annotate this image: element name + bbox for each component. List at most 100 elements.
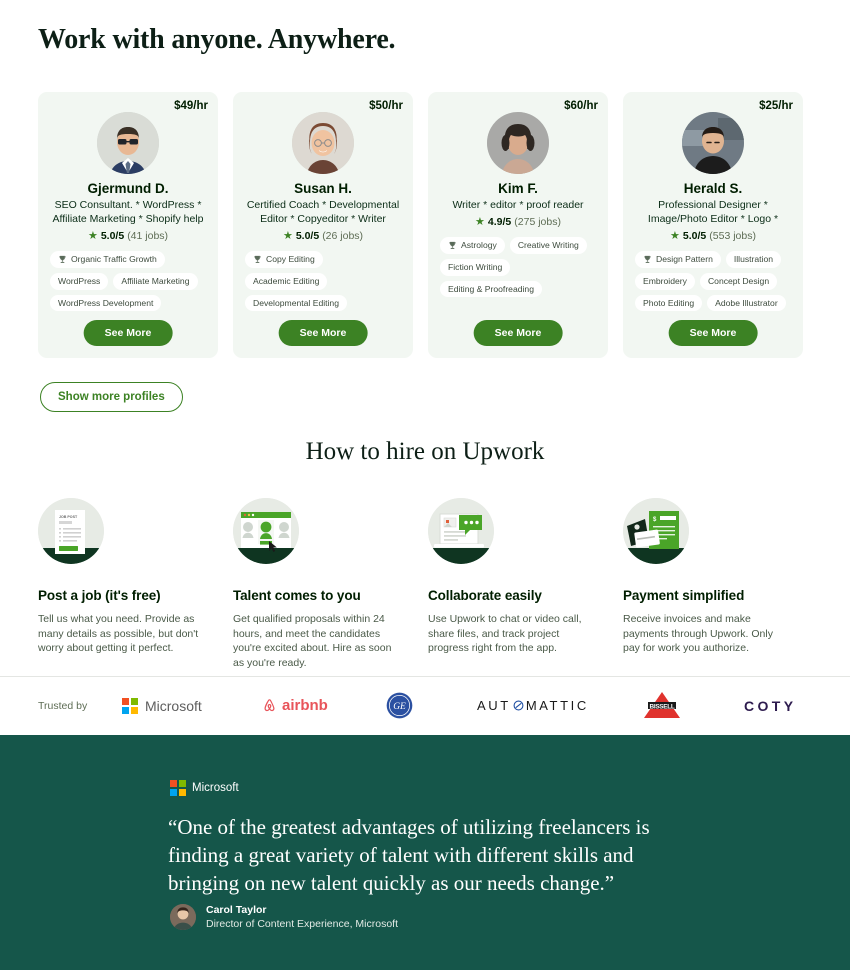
freelancer-name: Kim F. <box>498 181 538 196</box>
step-heading: Collaborate easily <box>428 588 542 603</box>
star-icon: ★ <box>670 229 680 242</box>
ge-monogram-icon: GE <box>386 692 413 719</box>
svg-text:JOB POST: JOB POST <box>59 515 78 519</box>
microsoft-squares-icon <box>170 780 186 796</box>
skill-tag[interactable]: Concept Design <box>699 273 778 290</box>
airbnb-logo-text: airbnb <box>282 697 328 714</box>
skill-tag-label: Illustration <box>733 254 774 265</box>
profile-card[interactable]: $49/hr Gjermund D. SEO Consultant. * Wor… <box>38 92 218 358</box>
avatar-wrapper <box>436 112 600 174</box>
automattic-logo[interactable]: AUT MATTIC <box>477 698 589 713</box>
skill-tag[interactable]: Organic Traffic Growth <box>50 251 165 268</box>
invoice-credit-card-icon: $ <box>623 498 689 564</box>
skill-tag[interactable]: Photo Editing <box>635 294 703 312</box>
see-more-button[interactable]: See More <box>278 320 368 346</box>
avatar <box>292 112 354 174</box>
microsoft-squares-icon <box>122 697 138 714</box>
skill-tag[interactable]: Design Pattern <box>635 251 721 268</box>
skill-tag-label: Creative Writing <box>517 240 579 251</box>
freelancer-name: Gjermund D. <box>87 181 169 196</box>
airbnb-mark-icon <box>264 699 275 712</box>
skill-tag[interactable]: Creative Writing <box>509 237 587 254</box>
see-more-button[interactable]: See More <box>83 320 173 346</box>
skill-tag[interactable]: Illustration <box>725 251 782 268</box>
rating-score: 5.0/5 <box>100 230 125 242</box>
skill-tag[interactable]: WordPress <box>50 273 109 290</box>
rating-score: 5.0/5 <box>295 230 320 242</box>
profile-card[interactable]: $25/hr Herald S. Professional Designer *… <box>623 92 803 358</box>
freelancer-title: Writer * editor * proof reader <box>452 199 584 211</box>
skill-tag-label: Adobe Illustrator <box>715 297 778 308</box>
avatar-wrapper <box>631 112 795 174</box>
avatar-wrapper <box>241 112 405 174</box>
step-description: Receive invoices and make payments throu… <box>623 613 773 654</box>
skill-tag-label: Photo Editing <box>643 297 695 308</box>
skill-tag[interactable]: Developmental Editing <box>245 294 347 312</box>
skill-tag[interactable]: Affiliate Marketing <box>113 273 198 290</box>
skill-tag-label: Organic Traffic Growth <box>71 254 157 265</box>
skill-tag[interactable]: Academic Editing <box>245 273 328 290</box>
skill-tag[interactable]: WordPress Development <box>50 294 162 312</box>
skill-tag-list: Organic Traffic Growth WordPress Affiliate… <box>46 251 210 312</box>
microsoft-logo-text: Microsoft <box>145 697 202 714</box>
skill-tag[interactable]: Fiction Writing <box>440 259 511 276</box>
show-more-profiles-button[interactable]: Show more profiles <box>40 382 183 412</box>
step-heading: Talent comes to you <box>233 588 361 603</box>
avatar-image <box>170 904 196 930</box>
how-to-hire-step: JOB POST Post a job (it's free) Tell us … <box>38 498 233 670</box>
automattic-logo-text: AUT <box>477 698 511 713</box>
jobs-count: (26 jobs) <box>322 230 364 242</box>
how-to-hire-step: $ Payment simplified Receive invoices an… <box>623 498 818 670</box>
skill-tag-label: Embroidery <box>643 276 687 286</box>
step-description: Get qualified proposals within 24 hours,… <box>233 613 392 669</box>
how-to-hire-heading: How to hire on Upwork <box>305 438 545 465</box>
skill-tag-label: Developmental Editing <box>253 297 339 308</box>
microsoft-logo[interactable]: Microsoft <box>122 697 202 714</box>
landing-page: Work with anyone. Anywhere. $49/hr Gjerm… <box>0 0 850 970</box>
freelancer-title: SEO Consultant. * WordPress * Affiliate … <box>52 199 204 225</box>
testimonial-attribution: Carol Taylor Director of Content Experie… <box>170 903 398 931</box>
skill-tag-label: Academic Editing <box>253 276 320 286</box>
trophy-icon <box>253 255 262 264</box>
avatar <box>682 112 744 174</box>
freelancer-name: Susan H. <box>294 181 352 196</box>
coty-logo[interactable]: COTY <box>744 698 797 714</box>
rating-row: ★ 4.9/5 (275 jobs) <box>436 216 600 228</box>
rating-score: 4.9/5 <box>487 216 512 228</box>
trophy-icon <box>448 241 457 250</box>
author-role: Director of Content Experience, Microsof… <box>206 918 398 930</box>
jobs-count: (553 jobs) <box>709 230 756 242</box>
avatar <box>487 112 549 174</box>
job-post-document-icon: JOB POST <box>38 498 104 564</box>
hourly-rate: $60/hr <box>564 100 598 112</box>
skill-tag-label: Editing & Proofreading <box>448 283 534 294</box>
freelancer-name: Herald S. <box>683 181 743 196</box>
avatar-wrapper <box>46 112 210 174</box>
testimonial-brand-name: Microsoft <box>192 782 239 794</box>
browser-candidates-icon <box>233 498 299 564</box>
skill-tag[interactable]: Adobe Illustrator <box>707 294 786 312</box>
skill-tag[interactable]: Astrology <box>440 237 505 254</box>
ge-logo[interactable]: GE <box>386 692 413 719</box>
skill-tag-list: Astrology Creative Writing Fiction Writing… <box>436 237 600 298</box>
skill-tag-label: WordPress Development <box>58 297 154 308</box>
skill-tag-label: WordPress <box>58 276 101 286</box>
bissell-logo[interactable]: BISSELL <box>640 691 684 721</box>
freelancer-title: Certified Coach * Developmental Editor *… <box>246 199 400 225</box>
automattic-logo-text-2: MATTIC <box>525 698 589 713</box>
skill-tag-label: Design Pattern <box>656 254 713 265</box>
profile-card[interactable]: $50/hr Susan H. Certified Coach * Develo… <box>233 92 413 358</box>
step-description: Use Upwork to chat or video call, share … <box>428 613 582 654</box>
page-title: Work with anyone. Anywhere. <box>38 24 396 55</box>
see-more-button[interactable]: See More <box>668 320 758 346</box>
skill-tag-list: Design Pattern Illustration Embroidery Conc… <box>631 251 795 312</box>
skill-tag[interactable]: Embroidery <box>635 273 695 290</box>
profile-card[interactable]: $60/hr Kim F. Writer * editor * proof re… <box>428 92 608 358</box>
testimonial-section: Microsoft “One of the greatest advantage… <box>0 735 850 970</box>
see-more-button[interactable]: See More <box>473 320 563 346</box>
skill-tag-label: Fiction Writing <box>448 262 503 272</box>
airbnb-logo[interactable]: airbnb <box>262 697 328 714</box>
how-to-hire-step: Collaborate easily Use Upwork to chat or… <box>428 498 623 670</box>
skill-tag[interactable]: Copy Editing <box>245 251 323 268</box>
skill-tag[interactable]: Editing & Proofreading <box>440 280 542 298</box>
